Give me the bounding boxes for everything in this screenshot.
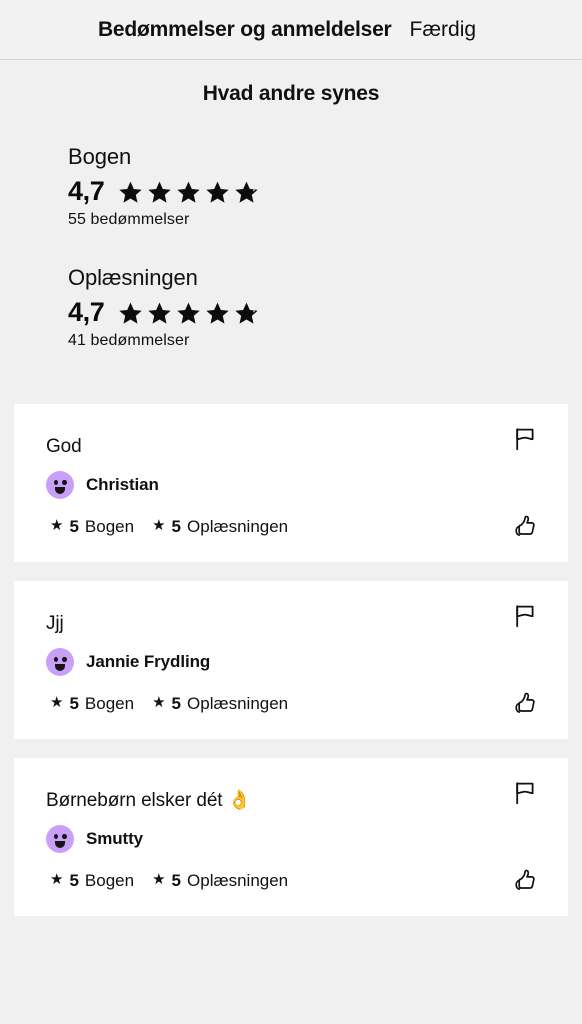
star-rating-display: [118, 180, 259, 205]
review-author-row: Smutty: [14, 813, 568, 853]
review-author-name: Smutty: [86, 828, 144, 848]
rating-subject-label: Bogen: [68, 144, 132, 169]
review-score-book-value: 5: [69, 870, 79, 890]
page-title: Bedømmelser og anmeldelser: [97, 17, 392, 41]
review-title: God: [46, 436, 82, 457]
star-icon: ★: [152, 694, 166, 712]
review-score-book: ★ 5 Bogen: [50, 694, 134, 714]
review-title: Jjj: [46, 613, 64, 634]
star-icon: [119, 302, 142, 324]
section-title: Hvad andre synes: [202, 82, 380, 105]
smiley-avatar-icon: [46, 470, 74, 499]
star-icon-partial: [235, 302, 258, 324]
smiley-avatar-icon: [46, 824, 74, 853]
report-flag-button[interactable]: [508, 599, 542, 633]
review-score-narration: ★ 5 Oplæsningen: [152, 517, 288, 537]
star-rating-display: [118, 301, 259, 326]
review-score-book: ★ 5 Bogen: [50, 517, 134, 537]
rating-block-bogen: Bogen 4,7 55 bedømmelser: [0, 144, 582, 229]
ratings-summary-section: Hvad andre synes Bogen 4,7 55 bedømmelse…: [0, 60, 582, 350]
review-scores-row: ★ 5 Bogen ★ 5 Oplæsningen: [14, 853, 568, 891]
review-score-narration-value: 5: [171, 870, 182, 890]
rating-block-oplaesningen: Oplæsningen 4,7 41 bedømmelser: [0, 265, 582, 350]
review-scores-row: ★ 5 Bogen ★ 5 Oplæsningen: [14, 676, 568, 714]
flag-icon: [516, 782, 534, 805]
review-score-narration-value: 5: [171, 693, 182, 713]
review-card[interactable]: God Christian ★ 5 Bogen ★ 5 Oplæsningen: [14, 404, 568, 562]
review-score-book-label: Bogen: [84, 870, 135, 890]
like-button[interactable]: [508, 687, 542, 721]
like-button[interactable]: [508, 510, 542, 544]
star-icon: [206, 181, 229, 203]
review-author-row: Jannie Frydling: [14, 636, 568, 676]
review-score-book-value: 5: [69, 693, 79, 713]
review-score-narration-value: 5: [171, 516, 182, 536]
star-icon: [148, 302, 171, 324]
smiley-avatar-icon: [46, 647, 74, 676]
rating-count-label: 55 bedømmelser: [68, 211, 190, 228]
review-score-book: ★ 5 Bogen: [50, 871, 134, 891]
report-flag-button[interactable]: [508, 422, 542, 456]
review-score-narration: ★ 5 Oplæsningen: [152, 871, 288, 891]
rating-average-value: 4,7: [68, 176, 105, 206]
reviews-list: God Christian ★ 5 Bogen ★ 5 Oplæsningen: [0, 404, 582, 916]
review-score-book-value: 5: [69, 516, 79, 536]
star-icon: [177, 181, 200, 203]
review-score-narration-label: Oplæsningen: [187, 870, 289, 890]
review-author-name: Christian: [86, 474, 159, 494]
rating-subject-label: Oplæsningen: [68, 265, 198, 290]
star-icon: [206, 302, 229, 324]
review-score-narration-label: Oplæsningen: [187, 693, 289, 713]
star-icon: ★: [152, 517, 166, 535]
star-icon: [177, 302, 200, 324]
star-icon: ★: [152, 871, 166, 889]
review-score-narration-label: Oplæsningen: [187, 516, 289, 536]
review-scores-row: ★ 5 Bogen ★ 5 Oplæsningen: [14, 499, 568, 537]
report-flag-button[interactable]: [508, 776, 542, 810]
modal-header: Bedømmelser og anmeldelser Færdig: [0, 0, 582, 60]
star-icon: [119, 181, 142, 203]
star-icon: ★: [50, 517, 64, 535]
thumbs-up-icon: [515, 515, 535, 536]
thumbs-up-icon: [515, 692, 535, 713]
review-author-name: Jannie Frydling: [86, 651, 211, 671]
star-icon: ★: [50, 871, 64, 889]
star-icon: [148, 181, 171, 203]
review-score-book-label: Bogen: [84, 693, 135, 713]
like-button[interactable]: [508, 864, 542, 898]
rating-count-label: 41 bedømmelser: [68, 332, 190, 349]
star-icon-partial: [235, 181, 258, 203]
review-author-row: Christian: [14, 459, 568, 499]
thumbs-up-icon: [515, 869, 535, 890]
rating-average-value: 4,7: [68, 297, 105, 327]
review-card[interactable]: Børnebørn elsker dét 👌 Smutty ★ 5 Bogen …: [14, 758, 568, 916]
review-card[interactable]: Jjj Jannie Frydling ★ 5 Bogen ★ 5 Oplæsn…: [14, 581, 568, 739]
done-button[interactable]: Færdig: [410, 18, 477, 42]
flag-icon: [516, 605, 534, 628]
review-score-narration: ★ 5 Oplæsningen: [152, 694, 288, 714]
review-title: Børnebørn elsker dét 👌: [46, 790, 252, 811]
star-icon: ★: [50, 694, 64, 712]
review-score-book-label: Bogen: [84, 516, 135, 536]
flag-icon: [516, 428, 534, 451]
